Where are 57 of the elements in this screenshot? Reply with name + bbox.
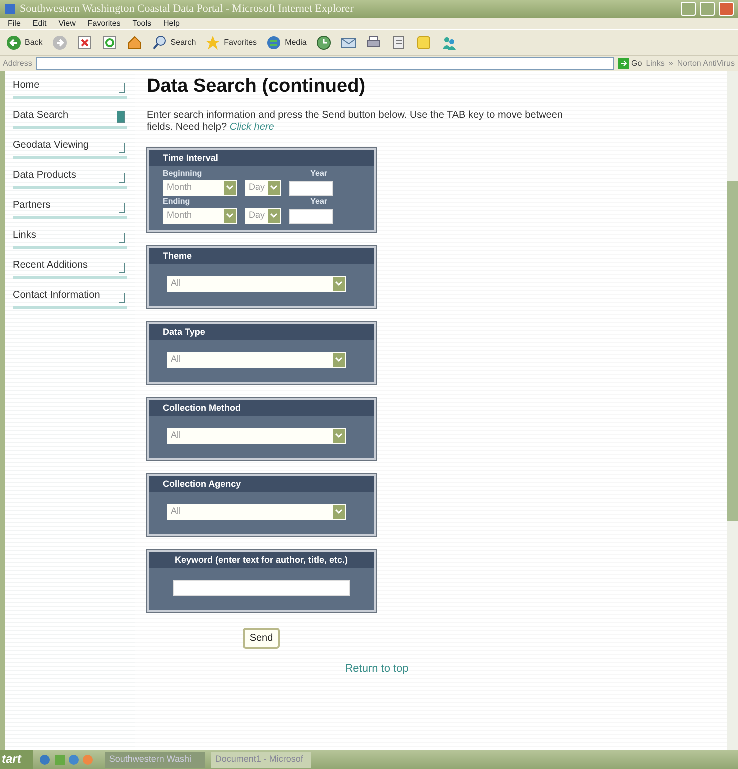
scrollbar[interactable]: [727, 71, 738, 750]
nav-link[interactable]: Geodata Viewing: [13, 139, 127, 159]
send-button[interactable]: Send: [242, 628, 280, 648]
page-heading: Data Search (continued): [147, 75, 367, 99]
nav-link[interactable]: Recent Additions: [13, 259, 127, 279]
keyword-field[interactable]: [173, 580, 350, 596]
nav-link[interactable]: Data Search: [13, 109, 127, 129]
panel-title: Time Interval: [149, 150, 374, 166]
field-label: Year: [310, 196, 328, 208]
minimize-button[interactable]: [681, 2, 696, 16]
home-icon[interactable]: [126, 34, 143, 50]
menu-item[interactable]: Edit: [32, 18, 47, 29]
links-label: Links: [646, 58, 665, 70]
people-icon[interactable]: [440, 34, 457, 50]
menu-item[interactable]: Tools: [132, 18, 152, 29]
year-field[interactable]: [289, 208, 333, 224]
address-field[interactable]: [36, 57, 614, 70]
favorites-button[interactable]: Favorites: [205, 34, 258, 50]
globe-icon: [266, 34, 282, 50]
star-icon: [205, 34, 222, 50]
address-label: Address: [3, 58, 32, 70]
back-button[interactable]: Back: [6, 34, 43, 50]
window-title: Southwestern Washington Coastal Data Portal - Microsoft Internet Explorer: [20, 2, 355, 17]
panel-title: Collection Method: [149, 400, 374, 416]
panel-title: Theme: [149, 248, 374, 264]
menu-item[interactable]: View: [58, 18, 76, 29]
media-button[interactable]: Media: [266, 34, 307, 50]
search-button[interactable]: Search: [152, 34, 196, 50]
nav-link[interactable]: Links: [13, 229, 127, 249]
nav-link[interactable]: Home: [13, 79, 127, 99]
nav-link[interactable]: Contact Information: [13, 289, 127, 309]
stop-icon[interactable]: [76, 34, 93, 50]
menu-item[interactable]: Help: [163, 18, 180, 29]
return-link[interactable]: Return to top: [345, 662, 409, 674]
close-button[interactable]: [719, 2, 734, 16]
field-label: Year: [310, 168, 328, 180]
field-label: Beginning: [163, 168, 202, 180]
intro-text: Enter search information and press the Send button below. Use the TAB key to move between fields. Need help? Click here: [147, 110, 564, 134]
menu-item[interactable]: File: [8, 18, 21, 29]
search-icon: [152, 34, 168, 50]
panel-title: Keyword (enter text for author, title, etc.): [149, 552, 374, 568]
year-field[interactable]: [289, 180, 333, 196]
maximize-button[interactable]: [700, 2, 715, 16]
refresh-icon[interactable]: [102, 34, 118, 50]
panel-title: Collection Agency: [149, 476, 374, 492]
clock-icon[interactable]: [316, 34, 332, 50]
note-icon[interactable]: [416, 34, 432, 50]
document-icon[interactable]: [390, 34, 407, 50]
nav-link[interactable]: Partners: [13, 199, 127, 219]
browser-icon: [4, 3, 16, 15]
field-label: Ending: [163, 196, 190, 208]
panel-title: Data Type: [149, 324, 374, 340]
go-button[interactable]: Go: [618, 58, 642, 70]
menu-item[interactable]: Favorites: [88, 18, 121, 29]
help-link[interactable]: Click here: [230, 122, 274, 132]
printer-icon[interactable]: [366, 34, 382, 50]
nav-link[interactable]: Data Products: [13, 169, 127, 189]
